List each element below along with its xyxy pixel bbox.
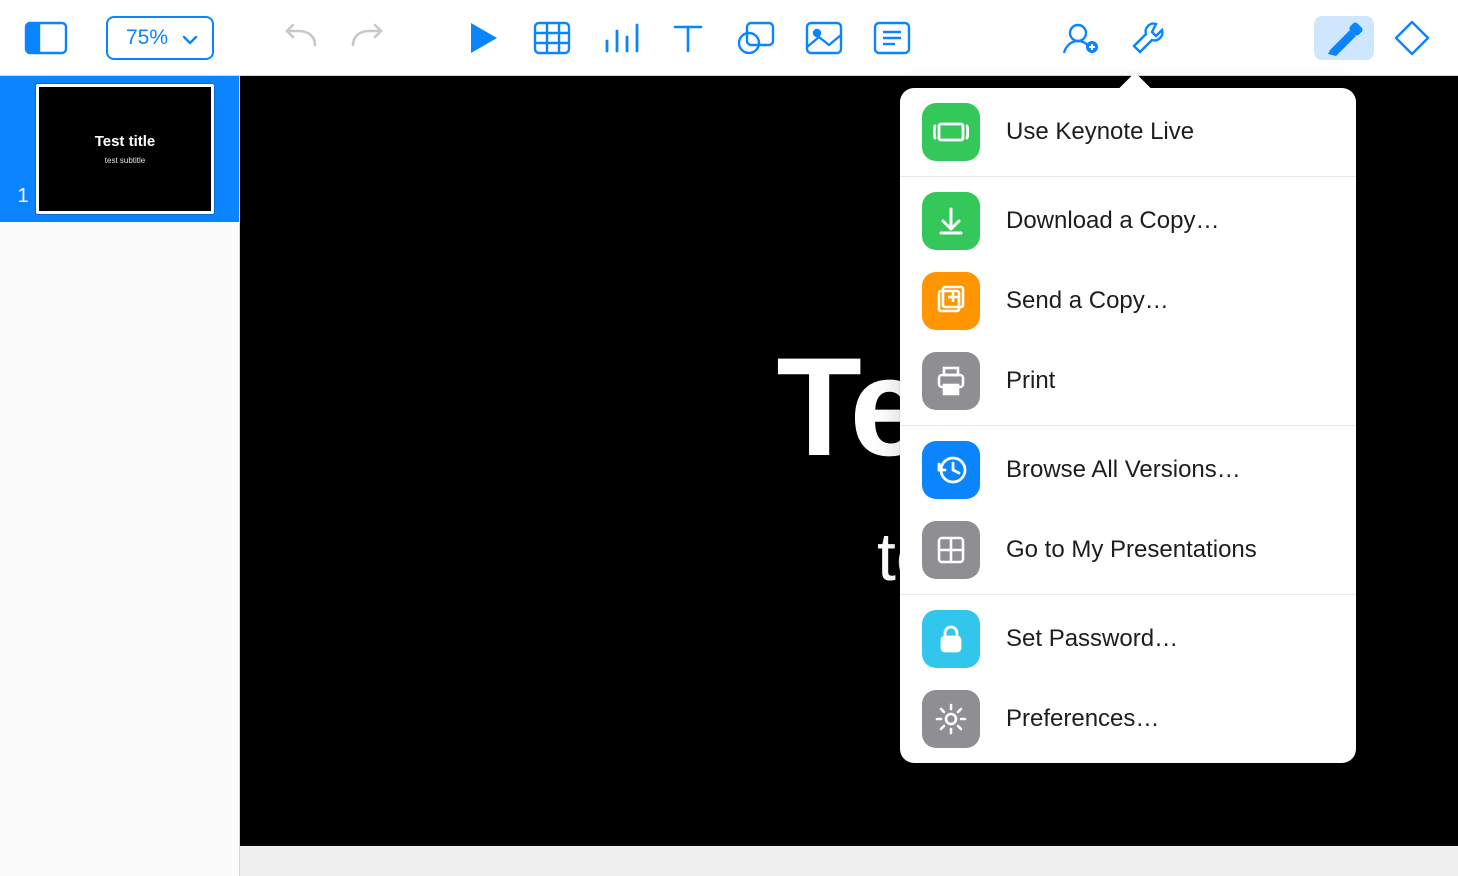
zoom-select[interactable]: 75% [106, 16, 214, 60]
shape-button[interactable] [726, 16, 786, 60]
menu-label: Set Password… [1006, 625, 1178, 653]
menu-label: Print [1006, 367, 1055, 395]
collaborate-button[interactable] [1050, 16, 1110, 60]
toolbar: 75% [0, 0, 1458, 76]
slide-number: 1 [10, 185, 36, 214]
media-button[interactable] [794, 16, 854, 60]
menu-label: Send a Copy… [1006, 287, 1169, 315]
menu-print[interactable]: Print [900, 341, 1356, 421]
undo-button[interactable] [270, 16, 330, 60]
table-button[interactable] [522, 16, 582, 60]
menu-goto-presentations[interactable]: Go to My Presentations [900, 510, 1356, 590]
view-button[interactable] [16, 16, 76, 60]
slide-thumbnail: Test title test subtitle [36, 84, 214, 214]
slide-navigator: 1 Test title test subtitle [0, 76, 240, 876]
chart-button[interactable] [590, 16, 650, 60]
redo-button[interactable] [338, 16, 398, 60]
tools-menu-popover: Use Keynote Live Download a Copy… Send a… [900, 88, 1356, 763]
gear-icon [922, 690, 980, 748]
menu-label: Browse All Versions… [1006, 456, 1241, 484]
tools-button[interactable] [1118, 16, 1178, 60]
menu-download-copy[interactable]: Download a Copy… [900, 181, 1356, 261]
chevron-down-icon [182, 30, 198, 46]
history-icon [922, 441, 980, 499]
text-button[interactable] [658, 16, 718, 60]
menu-label: Use Keynote Live [1006, 118, 1194, 146]
play-button[interactable] [454, 16, 514, 60]
menu-label: Download a Copy… [1006, 207, 1219, 235]
print-icon [922, 352, 980, 410]
comment-button[interactable] [862, 16, 922, 60]
thumb-title: Test title [95, 133, 156, 150]
animate-button[interactable] [1382, 16, 1442, 60]
menu-label: Go to My Presentations [1006, 536, 1257, 564]
menu-label: Preferences… [1006, 705, 1159, 733]
screen-icon [922, 103, 980, 161]
thumb-subtitle: test subtitle [105, 156, 145, 165]
menu-set-password[interactable]: Set Password… [900, 599, 1356, 679]
grid-icon [922, 521, 980, 579]
menu-browse-versions[interactable]: Browse All Versions… [900, 430, 1356, 510]
menu-preferences[interactable]: Preferences… [900, 679, 1356, 759]
download-icon [922, 192, 980, 250]
menu-send-copy[interactable]: Send a Copy… [900, 261, 1356, 341]
lock-icon [922, 610, 980, 668]
slide-navigator-item[interactable]: 1 Test title test subtitle [0, 76, 239, 222]
send-icon [922, 272, 980, 330]
format-button[interactable] [1314, 16, 1374, 60]
menu-keynote-live[interactable]: Use Keynote Live [900, 92, 1356, 172]
zoom-value: 75% [126, 26, 168, 50]
